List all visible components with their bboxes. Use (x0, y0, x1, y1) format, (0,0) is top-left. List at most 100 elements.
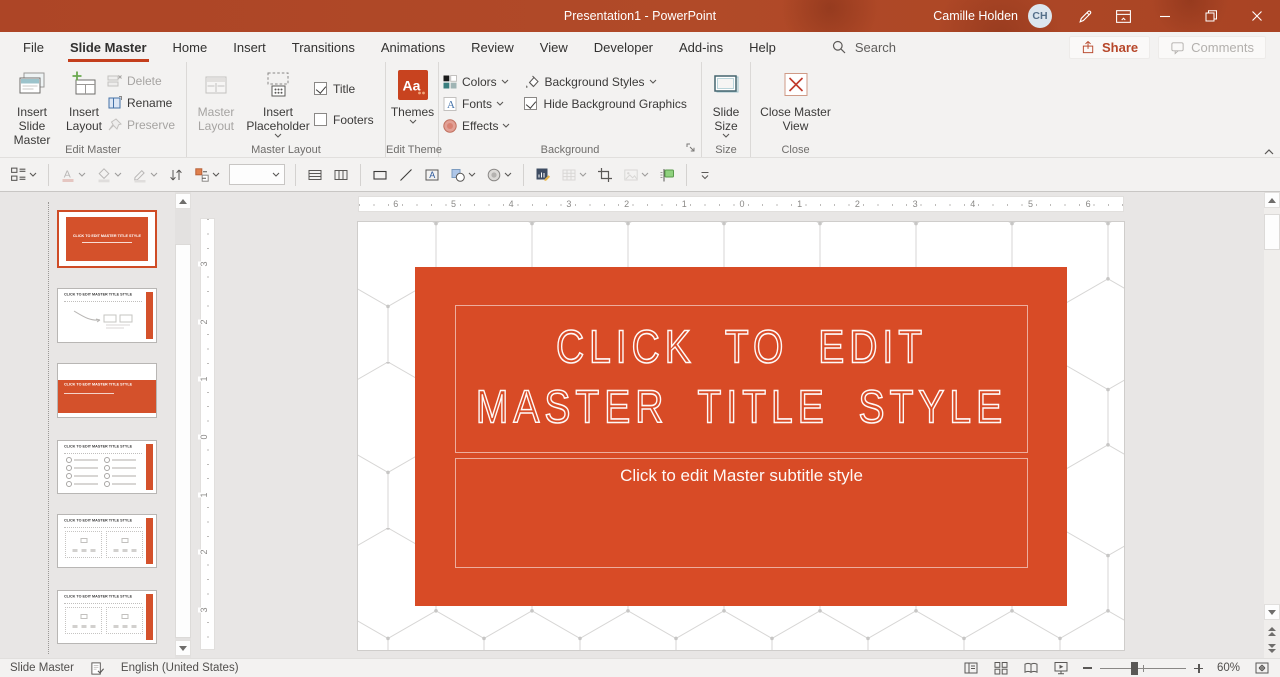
language-label[interactable]: English (United States) (121, 662, 239, 674)
effects-button[interactable]: Effects (442, 117, 510, 134)
tab-transitions[interactable]: Transitions (279, 32, 368, 62)
collapse-ribbon-icon[interactable] (1264, 149, 1274, 155)
style-combobox[interactable] (229, 164, 285, 185)
zoom-slider[interactable] (1100, 661, 1186, 676)
zoom-in-button[interactable] (1194, 664, 1203, 673)
zoom-slider-thumb[interactable] (1131, 662, 1138, 675)
edit-chart-button[interactable] (531, 164, 555, 186)
change-colors-button[interactable] (190, 164, 224, 186)
distribute-rows-button[interactable] (303, 164, 327, 186)
share-button[interactable]: Share (1069, 36, 1150, 59)
ruler-number: 3 (198, 261, 211, 266)
slide-thumbnail-two-content-2[interactable]: CLICK TO EDIT MASTER TITLE STYLE (57, 590, 157, 644)
rectangle-shape-button[interactable] (368, 164, 392, 186)
tab-review[interactable]: Review (458, 32, 527, 62)
search-box[interactable]: Search (831, 32, 896, 62)
zoom-level[interactable]: 60% (1217, 662, 1240, 674)
tab-animations[interactable]: Animations (368, 32, 458, 62)
sort-objects-button[interactable] (164, 164, 188, 186)
animation-placeholder-button[interactable] (655, 164, 679, 186)
slide-sorter-view-button[interactable] (993, 660, 1009, 676)
close-button[interactable] (1234, 0, 1280, 32)
slide-thumbnail-master[interactable]: CLICK TO EDIT MASTER TITLE STYLE (57, 288, 157, 343)
shape-effects-button[interactable] (482, 164, 516, 186)
footers-checkbox[interactable]: Footers (314, 111, 374, 128)
slide-thumbnail-title-layout[interactable]: CLICK TO EDIT MASTER TITLE STYLE (57, 210, 157, 268)
tab-add-ins[interactable]: Add-ins (666, 32, 736, 62)
insert-placeholder-button[interactable]: Insert Placeholder (242, 66, 314, 144)
next-slide-button[interactable] (1264, 640, 1280, 656)
horizontal-ruler[interactable]: 6543210123456 (358, 196, 1124, 212)
distribute-columns-button[interactable] (329, 164, 353, 186)
scroll-up-button[interactable] (1264, 192, 1280, 208)
title-checkbox[interactable]: Title (314, 80, 374, 97)
insert-slide-master-button[interactable]: Insert Slide Master (3, 66, 61, 144)
ribbon-tab-bar: FileSlide MasterHomeInsertTransitionsAni… (0, 32, 1280, 62)
tab-file[interactable]: File (10, 32, 57, 62)
powerpoint-window: Presentation1 - PowerPoint Camille Holde… (0, 0, 1280, 677)
tab-slide-master[interactable]: Slide Master (57, 32, 160, 62)
master-title-text[interactable]: CLICK TO EDIT MASTER TITLE STYLE (456, 319, 1027, 439)
thumbnail-scroll-down-button[interactable] (175, 640, 191, 656)
reading-view-button[interactable] (1023, 660, 1039, 676)
fonts-button[interactable]: A Fonts (442, 95, 510, 112)
shapes-button[interactable] (446, 164, 480, 186)
outline-options-button[interactable] (6, 163, 41, 186)
themes-button[interactable]: Aa Themes (389, 66, 436, 144)
slide-thumbnail-section-header[interactable]: CLICK TO EDIT MASTER TITLE STYLE (57, 363, 157, 418)
group-label-master-layout: Master Layout (187, 144, 385, 156)
vertical-ruler[interactable]: 3210123 (200, 218, 215, 650)
main-scrollbar-thumb[interactable] (1264, 214, 1280, 250)
ruler-number: 0 (198, 434, 211, 439)
more-options-button[interactable] (694, 165, 716, 185)
hide-background-graphics-box[interactable] (524, 97, 537, 110)
ink-pen-icon[interactable] (1066, 0, 1104, 32)
tab-developer[interactable]: Developer (581, 32, 666, 62)
main-scrollbar[interactable] (1264, 192, 1280, 658)
previous-slide-button[interactable] (1264, 623, 1280, 639)
crop-button[interactable] (593, 164, 617, 186)
minimize-button[interactable] (1142, 0, 1188, 32)
slide-canvas[interactable]: CLICK TO EDIT MASTER TITLE STYLE Click t… (358, 222, 1124, 650)
slide-size-button[interactable]: Slide Size (705, 66, 747, 144)
slide-thumbnail-two-content[interactable]: CLICK TO EDIT MASTER TITLE STYLE (57, 514, 157, 568)
proofing-icon[interactable] (90, 661, 105, 676)
title-slide-background-shape[interactable]: CLICK TO EDIT MASTER TITLE STYLE Click t… (415, 267, 1067, 606)
tab-help[interactable]: Help (736, 32, 789, 62)
group-master-layout: Master Layout Insert Placeholder Title F… (187, 62, 386, 157)
tab-insert[interactable]: Insert (220, 32, 279, 62)
fit-slide-to-window-button[interactable] (1254, 660, 1270, 676)
thumbnail-scrollbar-thumb[interactable] (175, 244, 191, 638)
toolbar-separator (686, 164, 687, 186)
background-styles-icon (524, 74, 540, 90)
tab-view[interactable]: View (527, 32, 581, 62)
slide-thumbnail-agenda[interactable]: CLICK TO EDIT MASTER TITLE STYLE (57, 440, 157, 494)
rename-button[interactable]: Rename (107, 94, 175, 111)
background-styles-button[interactable]: Background Styles (524, 73, 686, 90)
line-shape-button[interactable] (394, 164, 418, 186)
slideshow-view-button[interactable] (1053, 660, 1069, 676)
title-checkbox-box[interactable] (314, 82, 327, 95)
scroll-down-button[interactable] (1264, 604, 1280, 620)
close-master-view-button[interactable]: Close Master View (754, 66, 837, 144)
title-placeholder[interactable]: CLICK TO EDIT MASTER TITLE STYLE (455, 305, 1028, 453)
thumbnail-scrollbar[interactable] (175, 192, 191, 658)
tab-home[interactable]: Home (160, 32, 221, 62)
restore-button[interactable] (1188, 0, 1234, 32)
thumbnail-scroll-up-button[interactable] (175, 193, 191, 209)
text-box-button[interactable]: A (420, 164, 444, 186)
group-edit-theme: Aa Themes Edit Theme (386, 62, 439, 157)
colors-button[interactable]: Colors (442, 73, 510, 90)
hide-background-graphics-checkbox[interactable]: Hide Background Graphics (524, 95, 686, 112)
chevron-down-icon (29, 172, 37, 177)
avatar[interactable]: CH (1028, 4, 1052, 28)
insert-layout-button[interactable]: Insert Layout (61, 66, 107, 144)
comments-button[interactable]: Comments (1158, 36, 1266, 59)
ribbon-display-options-icon[interactable] (1104, 0, 1142, 32)
more-options-icon (698, 168, 712, 182)
normal-view-button[interactable] (963, 660, 979, 676)
zoom-out-button[interactable] (1083, 667, 1092, 669)
subtitle-placeholder[interactable]: Click to edit Master subtitle style (455, 458, 1028, 568)
master-subtitle-text[interactable]: Click to edit Master subtitle style (456, 466, 1027, 486)
footers-checkbox-box[interactable] (314, 113, 327, 126)
